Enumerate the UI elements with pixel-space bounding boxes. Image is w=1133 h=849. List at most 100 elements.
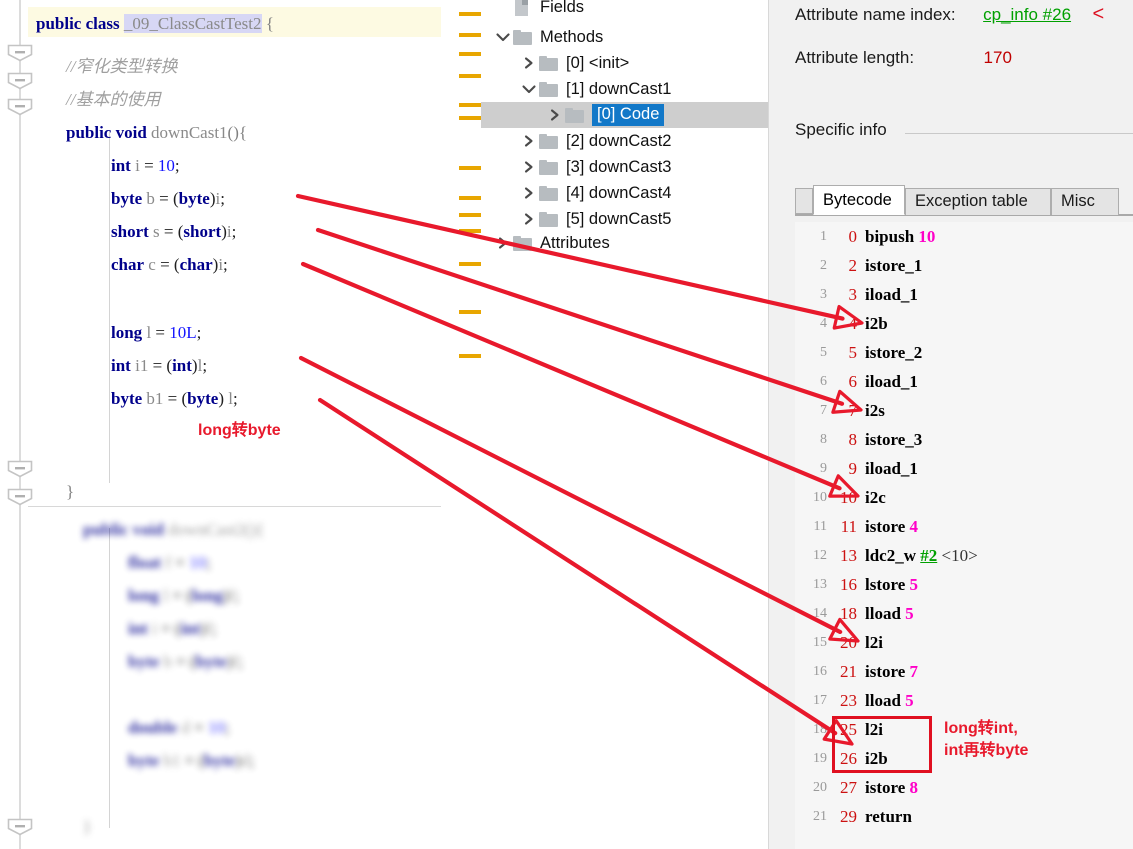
attribute-length-label: Attribute length:: [795, 48, 915, 67]
bytecode-line-number: 21: [813, 809, 827, 824]
chevron-right-icon[interactable]: [519, 187, 539, 199]
annotation-long-to-byte: long转byte: [198, 422, 281, 439]
bytecode-row[interactable]: 12 13 ldc2_w #2 <10>: [795, 541, 1133, 570]
analysis-marker[interactable]: [459, 12, 481, 16]
code-line: float f = 10;: [128, 553, 211, 572]
bytecode-instruction: iload_1: [865, 372, 918, 391]
analysis-marker[interactable]: [459, 196, 481, 200]
bytecode-offset: 5: [848, 343, 858, 362]
tree-item-label: [5] downCast5: [566, 209, 672, 228]
analysis-marker[interactable]: [459, 166, 481, 170]
tree-item-attributes[interactable]: Attributes: [481, 230, 768, 256]
bytecode-instruction: i2s: [865, 401, 885, 420]
tree-item-3-downcast3[interactable]: [3] downCast3: [481, 154, 768, 180]
tree-item-1-downcast1[interactable]: [1] downCast1: [481, 76, 768, 102]
bytecode-row[interactable]: 7 7 i2s: [795, 396, 1133, 425]
code-tag-text: <: [1092, 3, 1105, 25]
folder-icon: [513, 235, 533, 251]
chevron-right-icon[interactable]: [519, 161, 539, 173]
chevron-down-icon[interactable]: [519, 83, 539, 95]
analysis-marker[interactable]: [459, 262, 481, 266]
tree-item-methods[interactable]: Methods: [481, 24, 768, 50]
bytecode-offset: 23: [840, 691, 857, 710]
bytecode-instruction: return: [865, 807, 912, 826]
bytecode-row[interactable]: 21 29 return: [795, 802, 1133, 831]
bytecode-offset: 3: [848, 285, 858, 304]
bytecode-offset: 13: [840, 546, 857, 565]
attribute-length-row: Attribute length: 170: [795, 48, 1012, 68]
tree-item-4-downcast4[interactable]: [4] downCast4: [481, 180, 768, 206]
bytecode-row[interactable]: 17 23 lload 5: [795, 686, 1133, 715]
folder-icon: [539, 81, 559, 97]
chevron-right-icon[interactable]: [493, 237, 513, 249]
bytecode-line-number: 18: [813, 722, 827, 737]
bytecode-row[interactable]: 9 9 iload_1: [795, 454, 1133, 483]
bytecode-line-number: 1: [820, 229, 827, 244]
analysis-marker[interactable]: [459, 354, 481, 358]
code-line: //基本的使用: [66, 90, 161, 109]
analysis-marker[interactable]: [459, 116, 481, 120]
tree-item-2-downcast2[interactable]: [2] downCast2: [481, 128, 768, 154]
bytecode-line-number: 10: [813, 490, 827, 505]
bytecode-line-number: 2: [820, 258, 827, 273]
tree-item-label: Fields: [540, 0, 585, 16]
chevron-right-icon[interactable]: [519, 135, 539, 147]
specific-info-tabs[interactable]: Bytecode Exception table Misc: [795, 185, 1133, 216]
bytecode-row[interactable]: 16 21 istore 7: [795, 657, 1133, 686]
bytecode-line-number: 8: [820, 432, 827, 447]
tree-item-0-code[interactable]: [0] Code: [481, 102, 768, 128]
bytecode-instruction: istore_1: [865, 256, 923, 275]
bytecode-row[interactable]: 8 8 istore_3: [795, 425, 1133, 454]
bytecode-instruction: bipush 10: [865, 227, 936, 246]
chevron-right-icon[interactable]: [519, 213, 539, 225]
analysis-marker[interactable]: [459, 52, 481, 56]
tree-item-label: [0] <init>: [566, 53, 630, 72]
tab-bytecode[interactable]: Bytecode: [813, 185, 905, 215]
bytecode-highlight-box: [832, 716, 932, 773]
analysis-marker[interactable]: [459, 213, 481, 217]
bytecode-instruction: istore_3: [865, 430, 923, 449]
code-line: short s = (short)i;: [111, 222, 237, 241]
bytecode-row[interactable]: 10 10 i2c: [795, 483, 1133, 512]
bytecode-row[interactable]: 4 4 i2b: [795, 309, 1133, 338]
bytecode-line-number: 9: [820, 461, 827, 476]
analysis-marker[interactable]: [459, 74, 481, 78]
chevron-right-icon[interactable]: [545, 109, 565, 121]
analysis-marker[interactable]: [459, 103, 481, 107]
attribute-name-index-row: Attribute name index: cp_info #26 <: [795, 3, 1104, 26]
tab-misc[interactable]: Misc: [1051, 188, 1119, 215]
bytecode-row[interactable]: 6 6 iload_1: [795, 367, 1133, 396]
bytecode-instruction: i2b: [865, 314, 888, 333]
tree-item-0-init[interactable]: [0] <init>: [481, 50, 768, 76]
bytecode-row[interactable]: 1 0 bipush 10: [795, 222, 1133, 251]
code-line: }: [66, 482, 75, 501]
specific-info-heading: Specific info: [795, 120, 887, 139]
editor-gutter[interactable]: [0, 0, 33, 849]
chevron-right-icon[interactable]: [519, 57, 539, 69]
class-structure-tree[interactable]: Fields Methods [0] <init> [1] downCast1 [0] …: [481, 0, 768, 849]
cp-info-link[interactable]: cp_info #26: [983, 5, 1071, 24]
analysis-marker[interactable]: [459, 33, 481, 37]
chevron-down-icon[interactable]: [493, 31, 513, 43]
bytecode-row[interactable]: 11 11 istore 4: [795, 512, 1133, 541]
document-icon: [513, 0, 533, 16]
analysis-marker[interactable]: [459, 310, 481, 314]
bytecode-instruction: istore 8: [865, 778, 919, 797]
tree-item-5-downcast5[interactable]: [5] downCast5: [481, 206, 768, 232]
bytecode-row[interactable]: 5 5 istore_2: [795, 338, 1133, 367]
code-line: char c = (char)i;: [111, 255, 228, 274]
tab-exception-table[interactable]: Exception table: [905, 188, 1051, 215]
bytecode-row[interactable]: 20 27 istore 8: [795, 773, 1133, 802]
code-editor-pane[interactable]: public class _09_ClassCastTest2 {//窄化类型转…: [0, 0, 481, 849]
analysis-marker[interactable]: [459, 229, 481, 233]
bytecode-row[interactable]: 15 20 l2i: [795, 628, 1133, 657]
bytecode-instruction: istore_2: [865, 343, 923, 362]
bytecode-row[interactable]: 14 18 lload 5: [795, 599, 1133, 628]
editor-marker-strip[interactable]: [441, 0, 481, 849]
bytecode-row[interactable]: 13 16 lstore 5: [795, 570, 1133, 599]
bytecode-row[interactable]: 3 3 iload_1: [795, 280, 1133, 309]
tree-item-label: [4] downCast4: [566, 183, 672, 202]
tree-item-fields[interactable]: Fields: [481, 0, 768, 20]
bytecode-instruction: lload 5: [865, 604, 914, 623]
bytecode-row[interactable]: 2 2 istore_1: [795, 251, 1133, 280]
